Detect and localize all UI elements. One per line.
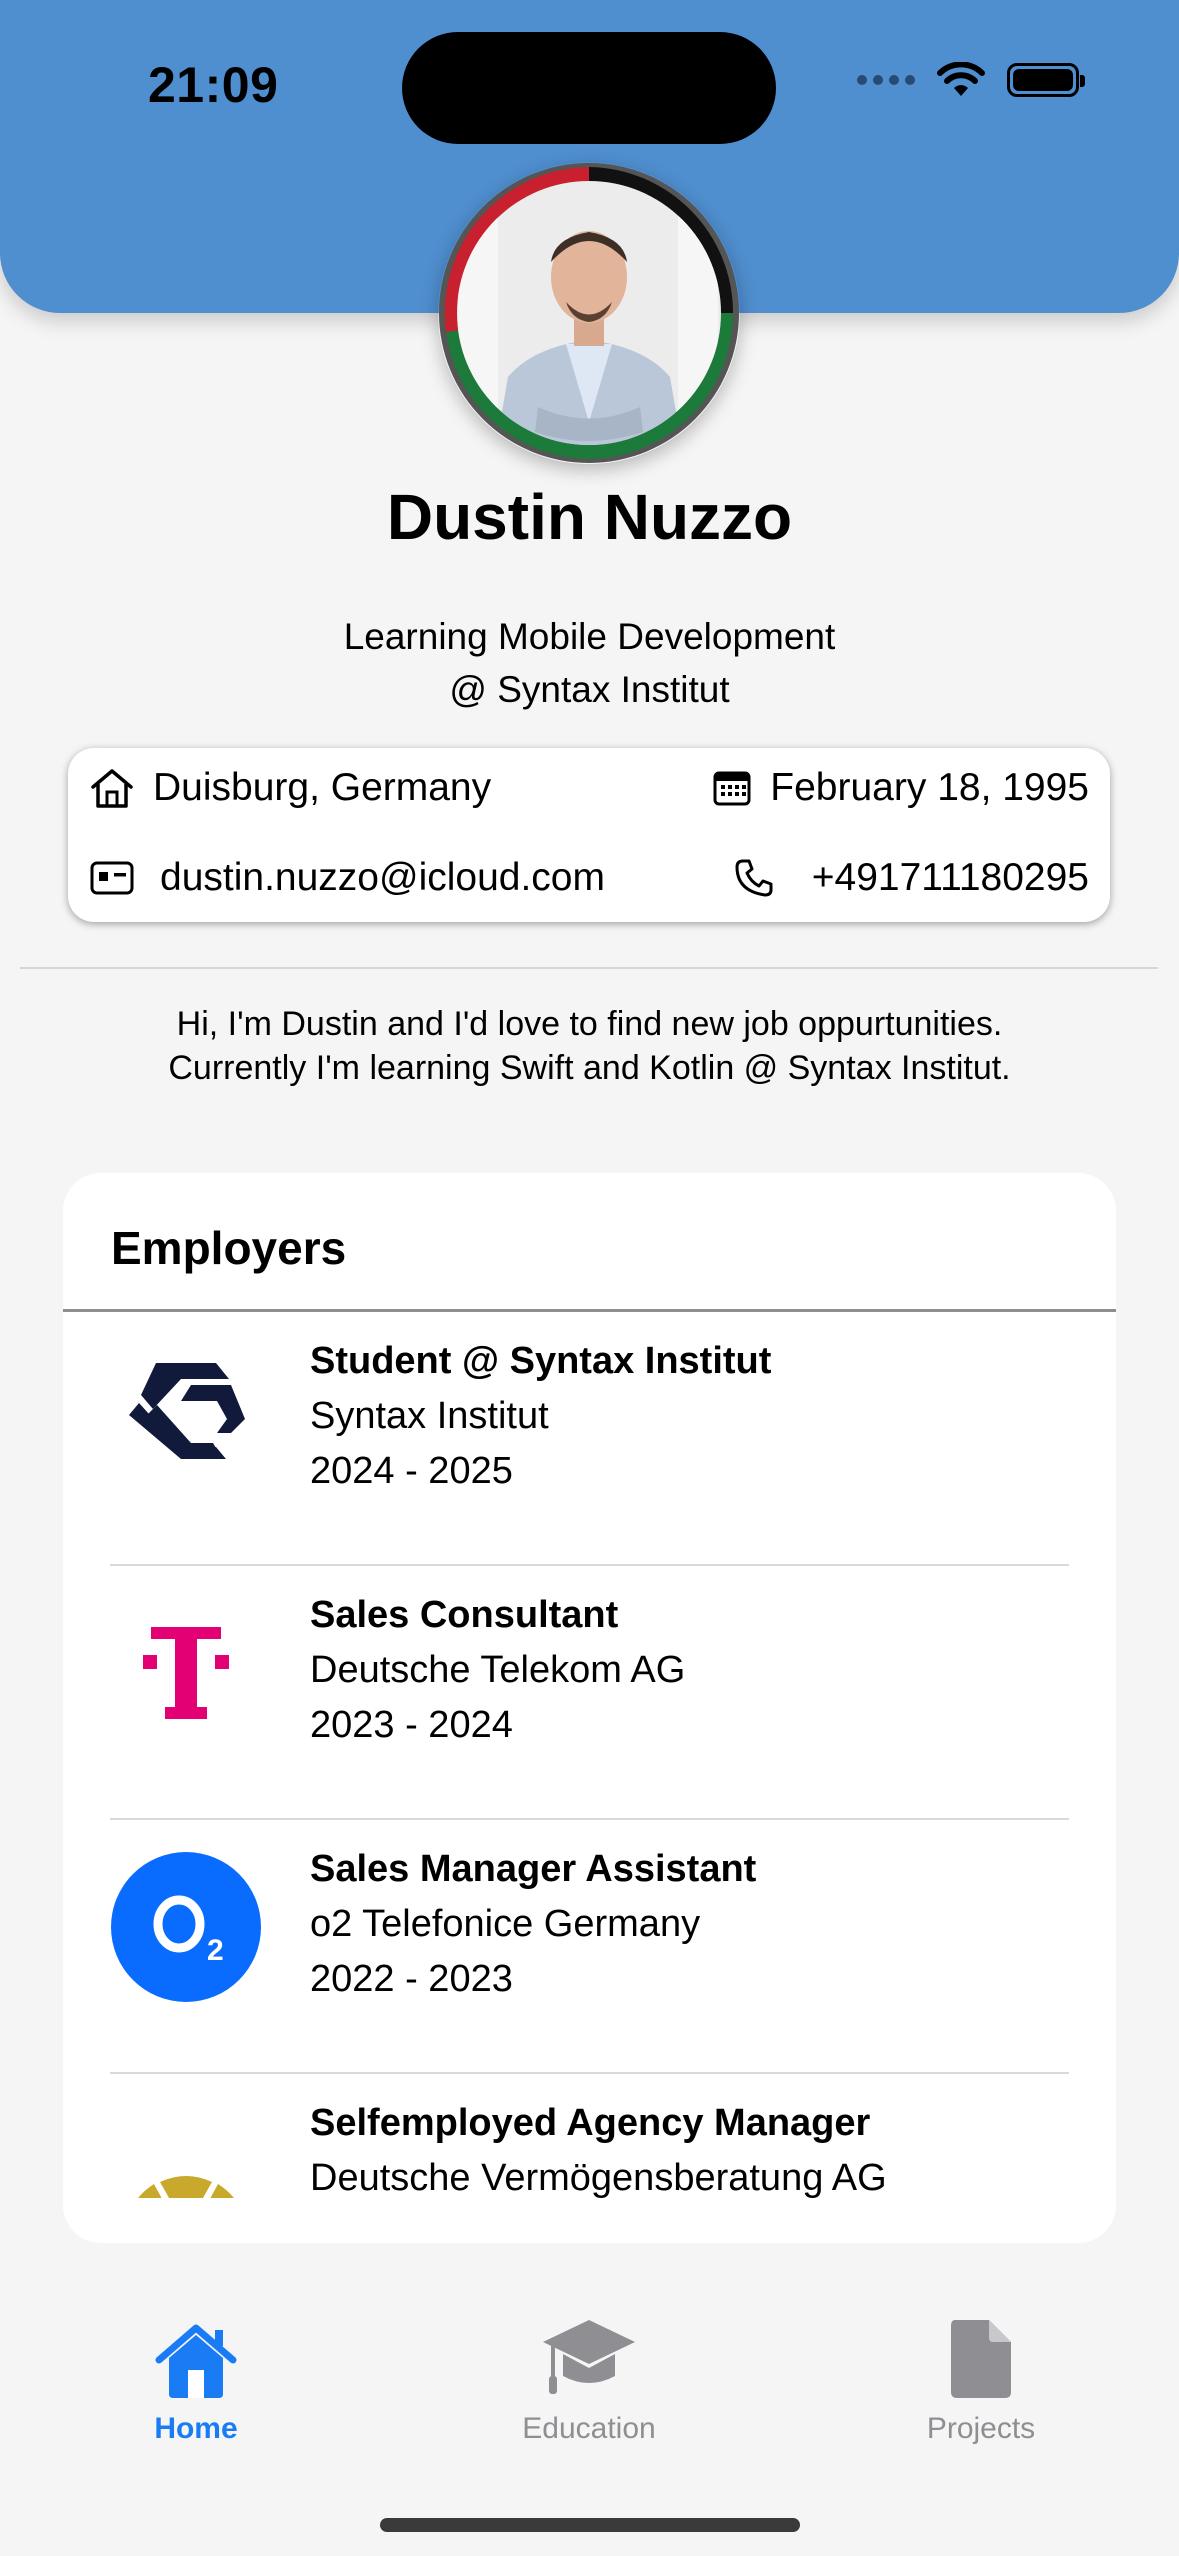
employer-role: Student @ Syntax Institut [310, 1340, 772, 1382]
employer-years: 2022 - 2023 [310, 1958, 513, 2000]
employer-details: Sales Manager Assistant o2 Telefonice Ge… [310, 1842, 756, 2007]
employer-item[interactable]: Sales Consultant Deutsche Telekom AG 202… [63, 1566, 1116, 1820]
employers-card: Employers Student @ Syntax Institut Synt… [63, 1173, 1116, 2243]
email-row[interactable]: dustin.nuzzo@icloud.com [90, 856, 605, 900]
employer-role: Sales Consultant [310, 1594, 619, 1636]
tab-bar: Home Education Projects [0, 2290, 1179, 2556]
location-text: Duisburg, Germany [153, 766, 492, 809]
document-icon [951, 2320, 1011, 2398]
telekom-logo-icon [111, 1598, 261, 1748]
email-text[interactable]: dustin.nuzzo@icloud.com [160, 856, 605, 900]
employer-years: 2023 - 2024 [310, 1704, 513, 1746]
calendar-icon [713, 771, 751, 806]
employers-list[interactable]: Student @ Syntax Institut Syntax Institu… [63, 1312, 1116, 2198]
location-row: Duisburg, Germany [89, 766, 491, 810]
employer-details: Sales Consultant Deutsche Telekom AG 202… [310, 1588, 685, 1753]
wifi-icon [937, 62, 985, 96]
svg-text:2: 2 [207, 1934, 224, 1967]
section-divider [20, 967, 1158, 969]
status-icons [857, 62, 1085, 98]
phone-icon [735, 859, 773, 897]
tab-projects[interactable]: Projects [851, 2290, 1111, 2446]
syntax-logo-icon [111, 1344, 261, 1494]
house-icon [155, 2324, 237, 2398]
employer-item[interactable]: 2 Sales Manager Assistant o2 Telefonice … [63, 1820, 1116, 2074]
graduation-cap-icon [543, 2320, 635, 2394]
profile-subtitle: Learning Mobile Development @ Syntax Ins… [0, 610, 1179, 716]
house-icon [91, 769, 133, 808]
cellular-signal-icon [857, 75, 915, 85]
employer-company: Deutsche Vermögensberatung AG [310, 2157, 887, 2198]
birthday-text: February 18, 1995 [770, 766, 1089, 809]
tab-home[interactable]: Home [66, 2290, 326, 2446]
tab-projects-label: Projects [926, 2412, 1036, 2445]
phone-row[interactable]: +491711180295 [734, 856, 1089, 900]
subtitle-line-2: @ Syntax Institut [449, 669, 730, 710]
employer-details: Selfemployed Agency Manager Deutsche Ver… [310, 2096, 887, 2198]
employer-details: Student @ Syntax Institut Syntax Institu… [310, 1334, 771, 1499]
dynamic-island [402, 32, 776, 144]
status-time: 21:09 [148, 57, 279, 113]
o2-logo-icon: 2 [111, 1852, 261, 2002]
subtitle-line-1: Learning Mobile Development [343, 616, 836, 657]
employer-years: 2024 - 2025 [310, 1450, 513, 1492]
employer-item[interactable]: Selfemployed Agency Manager Deutsche Ver… [63, 2074, 1116, 2198]
employer-role: Selfemployed Agency Manager [310, 2102, 871, 2144]
tab-education-label: Education [522, 2412, 656, 2445]
employer-role: Sales Manager Assistant [310, 1848, 757, 1890]
bio-text: Hi, I'm Dustin and I'd love to find new … [0, 1002, 1179, 1090]
employer-company: Deutsche Telekom AG [310, 1649, 686, 1691]
employer-company: o2 Telefonice Germany [310, 1903, 701, 1945]
contact-info-card: Duisburg, Germany February 18, 1995 dust… [68, 748, 1110, 922]
home-indicator[interactable] [380, 2518, 800, 2532]
bio-line-1: Hi, I'm Dustin and I'd love to find new … [176, 1005, 1003, 1043]
profile-avatar [438, 162, 740, 464]
profile-name: Dustin Nuzzo [386, 481, 793, 553]
dvag-logo-icon [111, 2106, 261, 2198]
tab-education[interactable]: Education [459, 2290, 719, 2446]
employer-item[interactable]: Student @ Syntax Institut Syntax Institu… [63, 1312, 1116, 1566]
bio-line-2: Currently I'm learning Swift and Kotlin … [168, 1049, 1011, 1087]
employers-title: Employers [111, 1222, 347, 1274]
employer-company: Syntax Institut [310, 1395, 549, 1437]
phone-text[interactable]: +491711180295 [812, 856, 1089, 900]
battery-icon [1007, 63, 1085, 97]
contact-card-icon [90, 861, 134, 895]
birthday-row: February 18, 1995 [712, 766, 1089, 810]
tab-home-label: Home [154, 2412, 238, 2445]
